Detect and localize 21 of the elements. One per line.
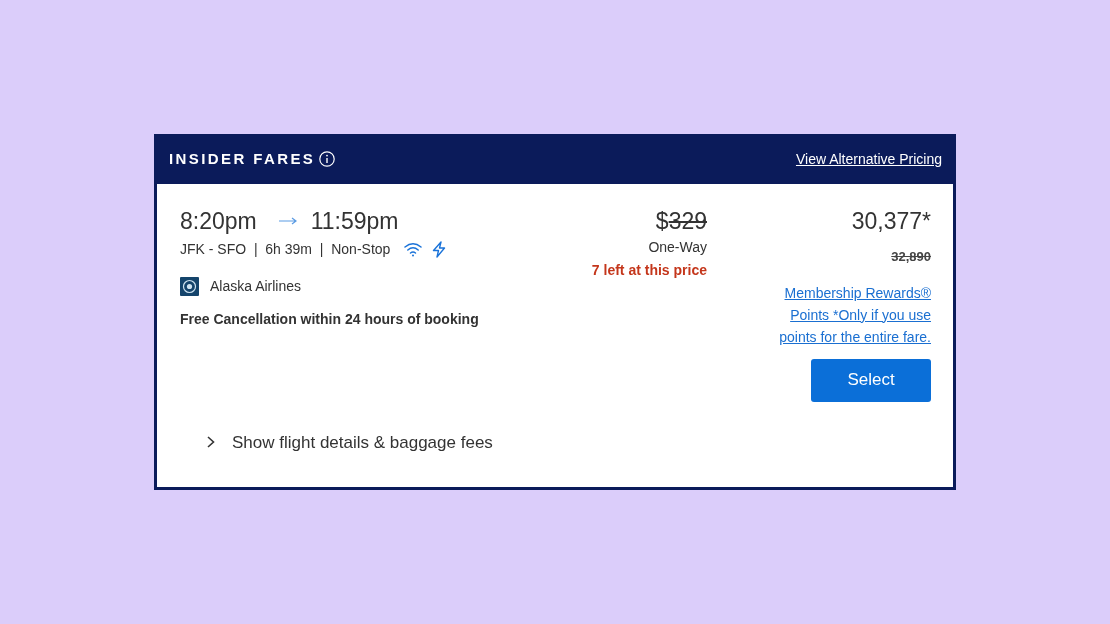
- membership-rewards-link[interactable]: Membership Rewards® Points *Only if you use points for the entire fare.: [773, 281, 931, 348]
- wifi-icon: [404, 242, 423, 257]
- view-alternative-pricing-link[interactable]: View Alternative Pricing: [795, 148, 942, 170]
- select-button[interactable]: Select: [811, 358, 931, 402]
- chevron-right-icon: [207, 436, 215, 449]
- departure-time: 8:20pm: [180, 206, 257, 236]
- flight-details-toggle[interactable]: Show flight details & baggage fees: [207, 429, 493, 455]
- original-points: 32,890: [891, 248, 931, 266]
- seats-left-notice: 7 left at this price: [591, 261, 707, 280]
- airline-logo-icon: [180, 277, 199, 296]
- info-icon: [319, 151, 336, 167]
- airline-name: Alaska Airlines: [210, 277, 302, 296]
- arrow-right-icon: [278, 217, 297, 225]
- trip-type: One-Way: [648, 238, 707, 257]
- cancellation-policy: Free Cancellation within 24 hours of booking: [180, 310, 480, 329]
- arrival-time: 11:59pm: [310, 206, 399, 236]
- points-price: 30,377*: [851, 206, 931, 236]
- lightning-bolt-icon: [432, 241, 447, 258]
- header-title: INSIDER FARES: [169, 148, 316, 169]
- flight-summary: JFK - SFO | 6h 39m | Non-Stop: [180, 240, 391, 259]
- fare-price: $329: [655, 206, 707, 236]
